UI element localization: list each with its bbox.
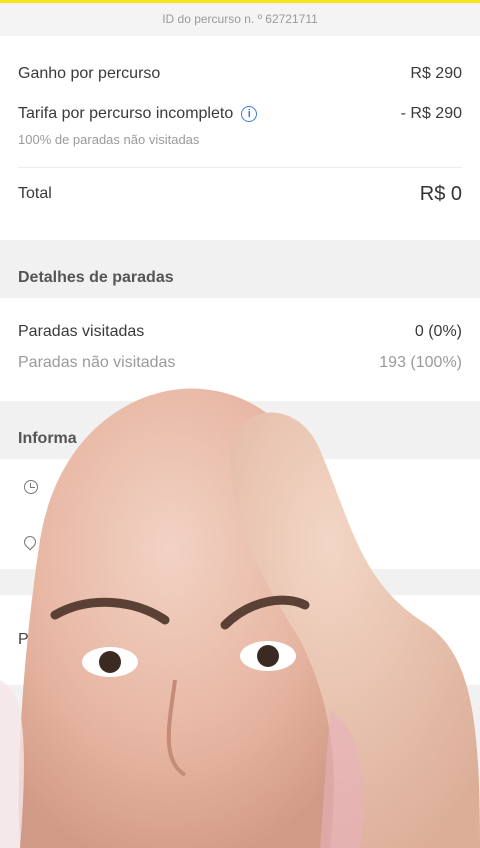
visited-row: Paradas visitadas 0 (0%) [18,320,462,344]
visited-label: Paradas visitadas [18,323,145,340]
total-label: Total [18,185,52,202]
info-icon[interactable]: i [241,105,258,122]
gain-row: Ganho por percurso R$ 290 [18,62,462,86]
partial-section: Pr [0,595,480,685]
route-id: ID do percurso n. º 62721711 [0,3,480,36]
fee-value: - R$ 290 [400,105,462,122]
gain-value: R$ 290 [410,65,462,82]
earnings-card: Ganho por percurso R$ 290 Tarifa por per… [0,36,480,240]
not-visited-value: 193 (100%) [379,354,462,371]
not-visited-label: Paradas não visitadas [18,354,176,371]
info-section-title: Informa [0,401,480,459]
time-row [24,459,456,514]
not-visited-row: Paradas não visitadas 193 (100%) [18,351,462,375]
gain-label: Ganho por percurso [18,65,161,82]
visited-value: 0 (0%) [414,323,462,340]
nose [166,679,187,777]
total-row: Total R$ 0 [18,168,462,220]
location-row [21,514,456,569]
total-value: R$ 0 [419,182,462,205]
info-card [0,459,480,569]
clock-icon [24,479,38,494]
section-gap [0,569,480,595]
partial-text: Pr [18,631,34,648]
fee-row: Tarifa por percurso incompleto i - R$ 290 [18,102,462,126]
stops-card: Paradas visitadas 0 (0%) Paradas não vis… [0,298,480,401]
fee-note: 100% de paradas não visitadas [18,132,200,147]
map-pin-icon [21,533,39,550]
stops-section-title: Detalhes de paradas [0,240,480,298]
fee-label: Tarifa por percurso incompleto [18,105,234,122]
